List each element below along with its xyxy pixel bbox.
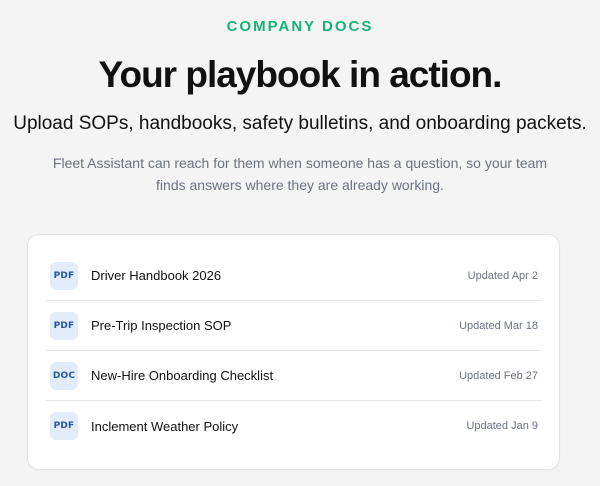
document-row-driver-handbook[interactable]: PDF Driver Handbook 2026 Updated Apr 2 xyxy=(46,251,542,301)
pdf-file-icon: PDF xyxy=(50,412,78,440)
document-name: Driver Handbook 2026 xyxy=(91,268,222,283)
page-title: Your playbook in action. xyxy=(98,54,503,95)
document-row-onboarding-checklist[interactable]: DOC New-Hire Onboarding Checklist Update… xyxy=(46,351,542,401)
document-row-pre-trip-inspection[interactable]: PDF Pre-Trip Inspection SOP Updated Mar … xyxy=(46,301,542,351)
page-description: Fleet Assistant can reach for them when … xyxy=(52,155,548,193)
document-name: New-Hire Onboarding Checklist xyxy=(91,368,274,383)
document-updated-date: Updated Apr 2 xyxy=(467,269,538,282)
documents-card: PDF Driver Handbook 2026 Updated Apr 2 P… xyxy=(27,234,560,470)
pdf-file-icon: PDF xyxy=(50,311,78,340)
document-name: Inclement Weather Policy xyxy=(91,418,239,434)
documents-list: PDF Driver Handbook 2026 Updated Apr 2 P… xyxy=(46,251,542,451)
document-updated-date: Updated Mar 18 xyxy=(459,319,538,332)
document-updated-date: Updated Feb 27 xyxy=(459,369,538,382)
section-eyebrow: COMPANY DOCS xyxy=(226,18,374,35)
pdf-file-icon: PDF xyxy=(50,261,78,290)
page-subtitle: Upload SOPs, handbooks, safety bulletins… xyxy=(13,113,587,134)
document-updated-date: Updated Jan 9 xyxy=(466,420,538,432)
document-name: Pre-Trip Inspection SOP xyxy=(91,318,232,333)
doc-file-icon: DOC xyxy=(50,361,78,390)
document-row-inclement-weather[interactable]: PDF Inclement Weather Policy Updated Jan… xyxy=(46,401,542,451)
